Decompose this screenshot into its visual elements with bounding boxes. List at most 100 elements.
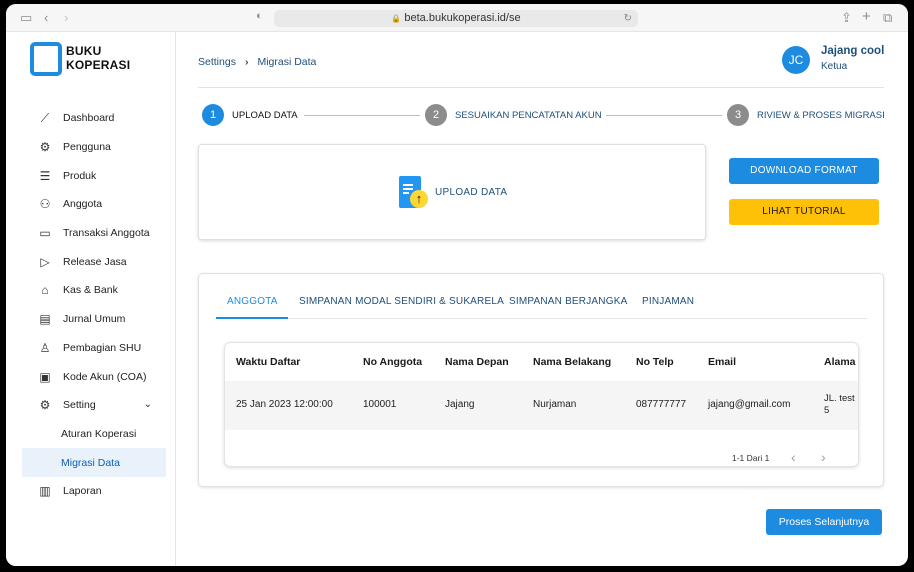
chart-line-icon: ⟋ [40, 111, 50, 126]
table-cell: jajang@gmail.com [708, 399, 791, 410]
column-header[interactable]: No Telp [636, 356, 674, 368]
table-header: Waktu Daftar No Anggota Nama Depan Nama … [225, 343, 858, 381]
sidebar-item-produk[interactable]: ☰ Produk [22, 161, 166, 190]
sidebar-item-label: Aturan Koperasi [61, 427, 137, 440]
tab-simpanan-modal[interactable]: SIMPANAN MODAL SENDIRI & SUKARELA [288, 288, 515, 319]
gear-icon: ⚙ [39, 398, 51, 413]
sidebar-item-jurnal-umum[interactable]: ▤ Jurnal Umum [22, 305, 166, 334]
file-upload-icon: ↑ [399, 176, 428, 208]
sidebar-item-setting[interactable]: ⚙ Setting ⌄ [22, 391, 166, 420]
user-name: Jajang cool [821, 45, 885, 57]
url-bar[interactable]: 🔒 beta.bukukoperasi.id/se ↻ [274, 10, 638, 27]
proses-selanjutnya-button[interactable]: Proses Selanjutnya [766, 509, 882, 535]
prev-page-icon[interactable]: ‹ [791, 449, 796, 465]
column-header[interactable]: Email [708, 356, 736, 368]
reload-icon[interactable]: ↻ [624, 10, 632, 27]
shield-icon[interactable]: ◐ [256, 10, 263, 22]
table-row[interactable]: 25 Jan 2023 12:00:00 100001 Jajang Nurja… [225, 381, 858, 430]
sidebar-item-label: Pembagian SHU [63, 341, 142, 354]
step-number: 3 [727, 104, 749, 126]
step-label: SESUAIKAN PENCATATAN AKUN [455, 109, 602, 121]
sidebar-item-label: Migrasi Data [61, 456, 120, 469]
avatar: JC [782, 46, 810, 74]
header-divider [198, 87, 884, 88]
column-header[interactable]: Waktu Daftar [236, 356, 300, 368]
column-header[interactable]: Nama Depan [445, 356, 509, 368]
upload-data-button[interactable]: ↑ UPLOAD DATA [399, 173, 507, 211]
sidebar-item-label: Setting [63, 399, 96, 412]
sidebar-item-label: Anggota [63, 198, 103, 211]
breadcrumb-current: Migrasi Data [257, 56, 317, 68]
sidebar-item-label: Kode Akun (COA) [63, 370, 147, 383]
logo-line-1: BUKU [66, 44, 102, 58]
download-format-button[interactable]: DOWNLOAD FORMAT [729, 158, 879, 184]
tab-simpanan-berjangka[interactable]: SIMPANAN BERJANGKA [498, 288, 638, 319]
step-label: RIVIEW & PROSES MIGRASI [757, 109, 885, 121]
table-cell: 087777777 [636, 399, 687, 410]
sidebar-item-label: Pengguna [63, 141, 111, 154]
next-page-icon[interactable]: › [821, 449, 826, 465]
sidebar-item-label: Dashboard [63, 112, 115, 125]
table-cell: 25 Jan 2023 12:00:00 [236, 399, 333, 410]
send-icon: ▷ [40, 254, 50, 269]
sidebar-item-kas-bank[interactable]: ⌂ Kas & Bank [22, 276, 166, 305]
user-gear-icon: ⚙ [39, 140, 51, 155]
sidebar-item-dashboard[interactable]: ⟋ Dashboard [22, 104, 166, 133]
sidebar-item-kode-akun[interactable]: ▣ Kode Akun (COA) [22, 362, 166, 391]
sidebar-item-label: Produk [63, 169, 97, 182]
logo[interactable]: BUKU KOPERASI [30, 42, 130, 78]
sidebar-item-laporan[interactable]: ▥ Laporan [22, 477, 166, 506]
list-icon: ☰ [39, 168, 51, 183]
table-cell: 5 [824, 405, 830, 416]
sidebar-item-anggota[interactable]: ⚇ Anggota [22, 190, 166, 219]
pagination-info: 1-1 Dari 1 [732, 453, 770, 463]
table-cell: 100001 [363, 399, 397, 410]
sidebar-nav: ⟋ Dashboard ⚙ Pengguna ☰ Produk ⚇ Anggot… [22, 104, 166, 506]
upload-card: ↑ UPLOAD DATA [198, 144, 706, 240]
sidebar: BUKU KOPERASI ⟋ Dashboard ⚙ Pengguna ☰ P… [6, 32, 176, 566]
logo-line-2: KOPERASI [66, 58, 131, 72]
step-number: 2 [425, 104, 447, 126]
share-icon[interactable]: ⇪ [841, 10, 852, 26]
new-tab-icon[interactable]: + [862, 9, 871, 25]
upload-data-label: UPLOAD DATA [435, 186, 508, 198]
step-upload-data: 1 UPLOAD DATA [202, 104, 298, 126]
sidebar-toggle-icon[interactable]: ▭ [20, 10, 32, 26]
card-icon: ▭ [39, 226, 51, 241]
chevron-right-icon: › [244, 56, 249, 68]
step-review-migrasi: 3 RIVIEW & PROSES MIGRASI [727, 104, 885, 126]
chevron-down-icon: ⌄ [143, 398, 152, 410]
tab-anggota[interactable]: ANGGOTA [216, 288, 288, 319]
column-header[interactable]: Nama Belakang [533, 356, 611, 368]
table-cell: JL. test [824, 393, 855, 404]
sidebar-item-transaksi-anggota[interactable]: ▭ Transaksi Anggota [22, 219, 166, 248]
breadcrumb-settings[interactable]: Settings [198, 56, 236, 68]
browser-window: ▭ ‹ › ◐ 🔒 beta.bukukoperasi.id/se ↻ ⇪ + ⧉… [6, 4, 908, 566]
lihat-tutorial-button[interactable]: LIHAT TUTORIAL [729, 199, 879, 225]
user-share-icon: ♙ [39, 340, 51, 355]
sidebar-item-pembagian-shu[interactable]: ♙ Pembagian SHU [22, 334, 166, 363]
table-cell: Jajang [445, 399, 475, 410]
user-menu[interactable]: JC Jajang cool Ketua [782, 44, 888, 78]
forward-icon[interactable]: › [64, 10, 68, 26]
tab-bar: ANGGOTA SIMPANAN MODAL SENDIRI & SUKAREL… [216, 288, 867, 319]
data-table: Waktu Daftar No Anggota Nama Depan Nama … [224, 342, 859, 467]
step-number: 1 [202, 104, 224, 126]
step-connector [304, 115, 420, 116]
column-header[interactable]: No Anggota [363, 356, 422, 368]
back-icon[interactable]: ‹ [44, 10, 48, 26]
report-icon: ▥ [39, 484, 51, 499]
tab-pinjaman[interactable]: PINJAMAN [631, 288, 705, 319]
sidebar-item-migrasi-data[interactable]: Migrasi Data [22, 448, 166, 477]
main-content: Settings › Migrasi Data JC Jajang cool Ket… [176, 32, 908, 566]
sidebar-item-pengguna[interactable]: ⚙ Pengguna [22, 133, 166, 162]
tabs-overview-icon[interactable]: ⧉ [883, 10, 892, 26]
lock-icon: 🔒 [391, 14, 402, 23]
sidebar-item-release-jasa[interactable]: ▷ Release Jasa [22, 247, 166, 276]
sidebar-item-label: Laporan [63, 485, 102, 498]
sidebar-item-aturan-koperasi[interactable]: Aturan Koperasi [22, 420, 166, 449]
sidebar-item-label: Jurnal Umum [63, 313, 126, 326]
browser-toolbar: ▭ ‹ › ◐ 🔒 beta.bukukoperasi.id/se ↻ ⇪ + ⧉ [6, 4, 908, 32]
url-text: beta.bukukoperasi.id/se [404, 12, 521, 24]
column-header[interactable]: Alama [824, 356, 856, 368]
